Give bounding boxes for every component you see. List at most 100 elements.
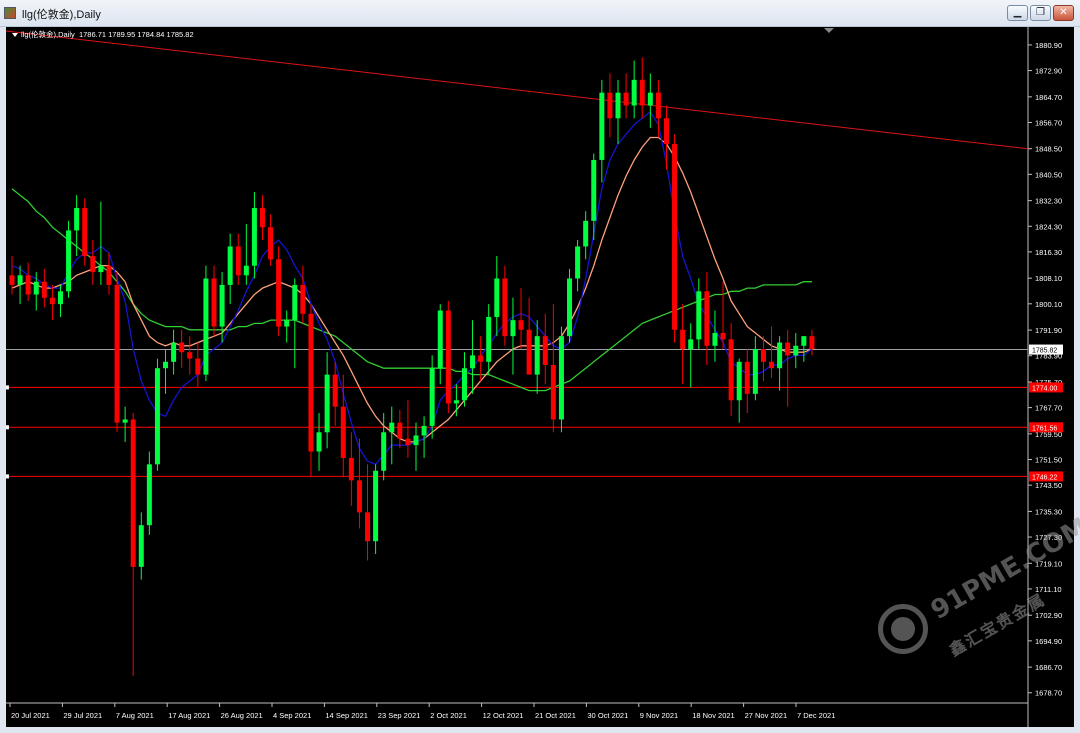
candle-body [356, 480, 362, 513]
candle-body [9, 275, 15, 285]
candle-body [639, 79, 645, 106]
price-tick-label: 1702.90 [1035, 611, 1062, 620]
candle-body [365, 512, 371, 542]
candle-body [243, 265, 249, 276]
time-tick-label: 17 Aug 2021 [168, 711, 210, 720]
candle-body [211, 278, 217, 327]
candle-body [389, 422, 395, 433]
candle-body [235, 246, 241, 276]
candle-body [33, 281, 39, 295]
time-tick-label: 20 Jul 2021 [11, 711, 50, 720]
candle-body [74, 208, 80, 231]
candle-body [195, 358, 201, 375]
candle-body [397, 422, 403, 439]
price-tick-label: 1694.90 [1035, 637, 1062, 646]
candle-body [219, 284, 225, 327]
candle-body [154, 368, 160, 465]
candle-body [90, 256, 96, 273]
candle-body [300, 284, 306, 314]
level-marker [6, 474, 9, 479]
chart-area[interactable]: 1880.90 1872.90 1864.70 1856.70 1848.50 1840.… [6, 27, 1074, 727]
candle-body [760, 348, 766, 362]
candle-body [114, 284, 120, 423]
candle-body [17, 275, 23, 285]
close-icon: ✕ [1059, 7, 1068, 18]
candle-body [332, 374, 338, 407]
candle-body [777, 342, 783, 369]
candle-body [324, 374, 330, 433]
ma-slow-line [11, 188, 812, 392]
close-button[interactable]: ✕ [1053, 5, 1074, 21]
candle-body [461, 368, 467, 401]
candle-body [106, 265, 112, 285]
candle-body [688, 339, 694, 349]
time-tick-label: 18 Nov 2021 [692, 711, 735, 720]
candle-body [348, 457, 354, 481]
time-tick-label: 12 Oct 2021 [483, 711, 524, 720]
price-tick-label: 1840.50 [1035, 170, 1062, 179]
candle-body [98, 265, 104, 273]
time-tick-label: 2 Oct 2021 [430, 711, 467, 720]
candle-body [672, 143, 678, 330]
candle-body [179, 342, 185, 353]
candle-body [526, 329, 532, 375]
level-price-label: 1746.22 [1032, 474, 1057, 481]
candle-body [615, 92, 621, 119]
candle-body [542, 336, 548, 365]
candle-body [736, 361, 742, 401]
time-tick-label: 23 Sep 2021 [378, 711, 421, 720]
candle-body [316, 432, 322, 452]
candle-body [437, 310, 443, 369]
candle-body [340, 406, 346, 458]
trendline [6, 30, 1029, 150]
price-tick-label: 1791.90 [1035, 326, 1062, 335]
ma-mid-line [11, 136, 813, 443]
candle-body [429, 368, 435, 426]
candle-body [550, 365, 556, 420]
time-tick-label: 26 Aug 2021 [221, 711, 263, 720]
candle-body [421, 425, 427, 436]
candle-body [502, 278, 508, 337]
candle-body [373, 470, 379, 542]
time-tick-label: 30 Oct 2021 [587, 711, 628, 720]
time-tick-label: 21 Oct 2021 [535, 711, 576, 720]
candle-body [663, 118, 669, 144]
candle-body [607, 92, 613, 119]
level-marker [6, 385, 9, 390]
candle-body [268, 227, 274, 260]
candle-body [583, 220, 589, 247]
candle-body [276, 259, 282, 327]
price-tick-label: 1808.10 [1035, 274, 1062, 283]
candle-body [712, 332, 718, 346]
price-tick-label: 1678.70 [1035, 689, 1062, 698]
candle-body [259, 208, 265, 228]
candle-body [518, 320, 524, 330]
price-tick-label: 1856.70 [1035, 118, 1062, 127]
candle-body [623, 92, 629, 106]
candle-body [809, 336, 815, 349]
candle-body [49, 297, 55, 305]
candle-body [203, 278, 209, 375]
price-tick-label: 1800.10 [1035, 300, 1062, 309]
dropdown-arrow-icon[interactable] [12, 33, 18, 38]
candle-body [445, 310, 451, 404]
minimize-button[interactable]: ▁ [1007, 5, 1028, 21]
candle-body [130, 419, 136, 567]
candlestick-chart[interactable]: 1880.90 1872.90 1864.70 1856.70 1848.50 1840.… [6, 27, 1074, 727]
restore-button[interactable]: ❐ [1030, 5, 1051, 21]
candle-body [227, 246, 233, 285]
candle-body [122, 419, 128, 423]
price-tick-label: 1719.10 [1035, 559, 1062, 568]
candle-body [599, 92, 605, 160]
candle-body [251, 208, 257, 266]
candle-body [187, 352, 193, 359]
time-tick-label: 9 Nov 2021 [640, 711, 678, 720]
candle-body [381, 432, 387, 471]
chart-symbol: llg(伦敦金),Daily [21, 30, 75, 39]
level-marker [6, 425, 9, 430]
time-tick-label: 4 Sep 2021 [273, 711, 311, 720]
candle-body [655, 92, 661, 119]
candle-body [801, 336, 807, 346]
price-tick-label: 1872.90 [1035, 67, 1062, 76]
candle-body [728, 339, 734, 401]
